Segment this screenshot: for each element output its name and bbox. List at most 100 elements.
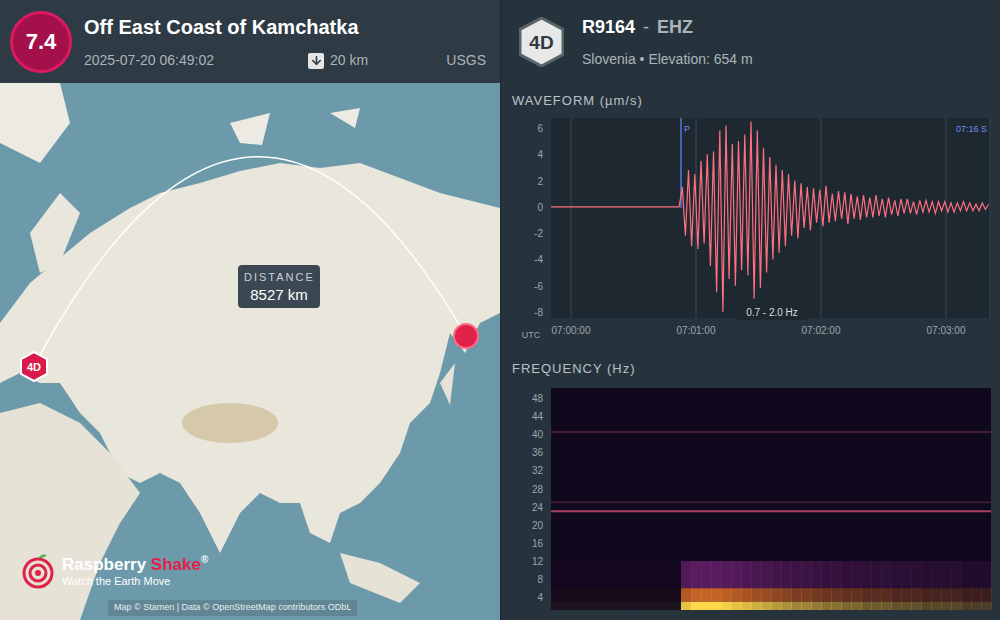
y-tick: 24 — [532, 502, 544, 513]
svg-text:4D: 4D — [27, 361, 41, 373]
spectrogram-column — [651, 561, 662, 610]
spectrogram-column — [701, 561, 712, 610]
map[interactable]: 4D DISTANCE8527 km Raspberry Shake®Watch t… — [0, 83, 500, 620]
spectrogram-column — [721, 561, 732, 610]
spectrogram-column — [931, 561, 942, 610]
spectrogram-column — [911, 561, 922, 610]
y-tick: 36 — [532, 447, 544, 458]
spectrogram-column — [941, 561, 952, 610]
distance-caption: DISTANCE — [244, 269, 314, 286]
y-tick: -4 — [534, 254, 543, 265]
x-tick: 07:03:00 — [927, 325, 966, 336]
y-tick: -6 — [534, 281, 543, 292]
spectrogram-column — [741, 561, 752, 610]
spectrogram-column — [891, 561, 902, 610]
event-header: 7.4 Off East Coast of Kamchatka 2025-07-20… — [0, 0, 500, 83]
spectrogram-column — [981, 561, 992, 610]
event-source: USGS — [446, 50, 486, 71]
station-marker[interactable]: 4D — [21, 352, 47, 381]
spectrogram-column — [901, 561, 912, 610]
spectrogram-column — [761, 561, 772, 610]
x-tick: 07:01:00 — [677, 325, 716, 336]
spectrogram-column — [791, 561, 802, 610]
spectrogram-column — [561, 561, 572, 610]
logo-tagline: Watch the Earth Move — [62, 575, 208, 589]
spectrogram-column — [691, 561, 702, 610]
path-arc — [34, 157, 466, 366]
network-badge: 4D — [519, 17, 564, 67]
spectrogram-column — [861, 561, 872, 610]
spectrogram-column — [621, 561, 632, 610]
spectrogram-chart[interactable]: 4844403632282420161284 — [501, 384, 1000, 620]
y-tick: 6 — [537, 123, 543, 134]
spectrogram-column — [851, 561, 862, 610]
y-tick: 44 — [532, 411, 544, 422]
spectrogram-column — [831, 561, 842, 610]
noise-band — [551, 431, 991, 433]
station-subtitle: Slovenia • Elevation: 654 m — [582, 49, 753, 70]
magnitude-badge: 7.4 — [10, 11, 72, 73]
event-depth: 20 km — [308, 50, 368, 71]
y-tick: -2 — [534, 228, 543, 239]
distance-label: DISTANCE8527 km — [238, 265, 320, 308]
epicenter-marker[interactable] — [454, 324, 478, 348]
spectrogram-column — [801, 561, 812, 610]
app: 7.4 Off East Coast of Kamchatka 2025-07-20… — [0, 0, 1000, 620]
svg-text:4D: 4D — [529, 32, 553, 53]
y-tick: 12 — [532, 556, 544, 567]
frequency-title: FREQUENCY (Hz) — [501, 340, 1000, 377]
y-tick: 48 — [532, 393, 544, 404]
spectrogram-column — [681, 561, 692, 610]
spectrogram-column — [951, 561, 962, 610]
spectrogram-column — [581, 561, 592, 610]
event-title: Off East Coast of Kamchatka — [84, 12, 490, 42]
svg-text:P: P — [684, 124, 690, 134]
map-attribution[interactable]: Map © Stamen | Data © OpenStreetMap cont… — [108, 600, 357, 616]
s-marker: 07:16 S — [956, 124, 987, 134]
x-tick: 07:02:00 — [802, 325, 841, 336]
raspberry-shake-logo: Raspberry Shake®Watch the Earth Move — [20, 553, 208, 589]
filter-label: 0.7 - 2.0 Hz — [746, 307, 798, 318]
y-tick: 4 — [537, 592, 543, 603]
event-panel: 7.4 Off East Coast of Kamchatka 2025-07-20… — [0, 0, 500, 620]
y-tick: 40 — [532, 429, 544, 440]
spectrogram-column — [781, 561, 792, 610]
station-panel: 4D R9164-EHZ Slovenia • Elevation: 654 m WA… — [500, 0, 1000, 620]
station-title: R9164-EHZ — [582, 14, 753, 41]
event-datetime: 2025-07-20 06:49:02 — [84, 50, 308, 71]
spectrogram-column — [641, 561, 652, 610]
y-tick: 4 — [537, 149, 543, 160]
y-tick: 8 — [537, 574, 543, 585]
spectrogram-column — [671, 561, 682, 610]
depth-arrow-icon — [308, 53, 324, 69]
spectrogram-column — [961, 561, 972, 610]
spectrogram-column — [881, 561, 892, 610]
spectrogram-column — [661, 561, 672, 610]
distance-value: 8527 km — [244, 286, 314, 304]
spectrogram-column — [921, 561, 932, 610]
station-header: 4D R9164-EHZ Slovenia • Elevation: 654 m — [501, 0, 1000, 83]
spectrogram-column — [611, 561, 622, 610]
spectrogram-column — [811, 561, 822, 610]
spectrogram-column — [601, 561, 612, 610]
y-tick: 2 — [537, 176, 543, 187]
spectrogram-column — [841, 561, 852, 610]
spectrogram-column — [591, 561, 602, 610]
noise-band — [551, 510, 991, 512]
x-tick: 07:00:00 — [552, 325, 591, 336]
waveform-trace — [551, 121, 989, 312]
waveform-chart[interactable]: 07:00:00 07:01:00 07:02:00 07:03:00 6 4 2 0 -2 -4… — [501, 112, 1000, 340]
spectrogram-column — [631, 561, 642, 610]
spectrogram-column — [731, 561, 742, 610]
waveform-title: WAVEFORM (µm/s) — [501, 83, 1000, 109]
spectrogram-column — [711, 561, 722, 610]
y-tick: 0 — [537, 202, 543, 213]
y-tick: -8 — [534, 307, 543, 318]
spectrogram-column — [551, 561, 562, 610]
spectrogram-column — [771, 561, 782, 610]
spectrogram-column — [871, 561, 882, 610]
spectrogram-column — [821, 561, 832, 610]
spectrogram-column — [751, 561, 762, 610]
utc-label: UTC — [522, 330, 541, 340]
logo-wordmark: Raspberry Shake® — [62, 554, 208, 575]
